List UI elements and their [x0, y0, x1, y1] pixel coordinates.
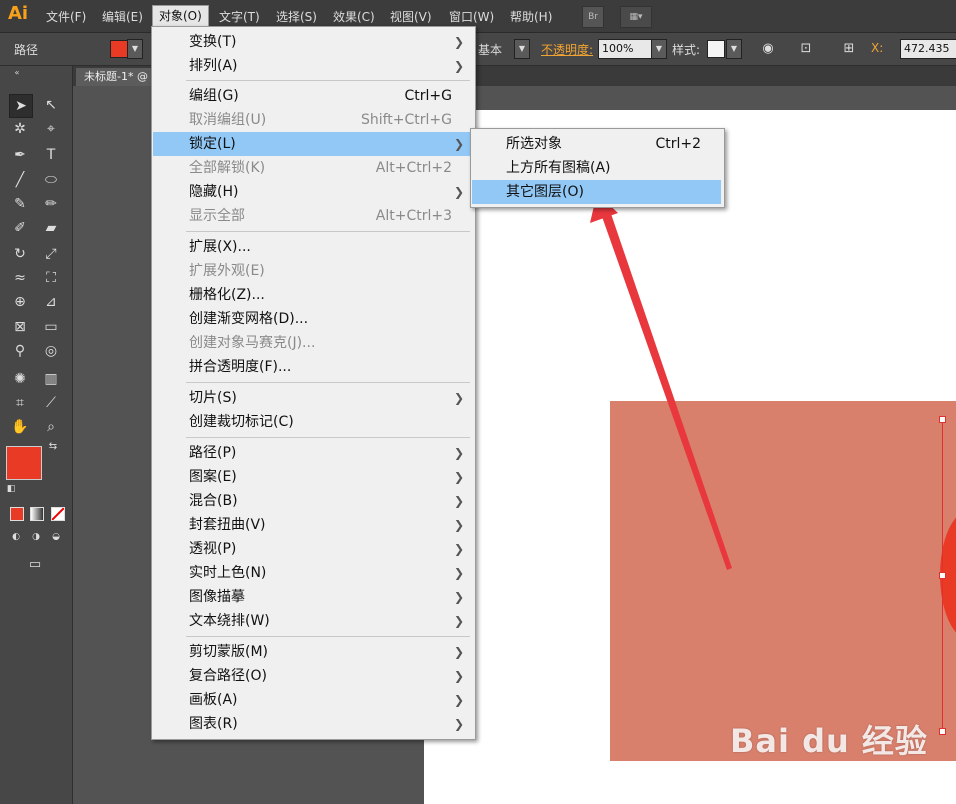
- menu-separator: [186, 80, 470, 81]
- watermark-url: jingyan.baidu.com: [736, 762, 875, 780]
- lock-submenu: 所选对象 Ctrl+2 上方所有图稿(A) 其它图层(O): [470, 128, 725, 208]
- menu-item-crop-marks[interactable]: 创建裁切标记(C): [153, 410, 474, 434]
- annotation-arrow: [590, 193, 732, 570]
- menu-item-group[interactable]: 编组(G) Ctrl+G: [153, 84, 474, 108]
- menu-item-blend[interactable]: 混合(B) ❯: [153, 489, 474, 513]
- submenu-arrow-icon: ❯: [453, 566, 464, 580]
- submenu-arrow-icon: ❯: [453, 614, 464, 628]
- menu-item-lock[interactable]: 锁定(L) ❯: [153, 132, 474, 156]
- menu-item-image-trace[interactable]: 图像描摹 ❯: [153, 585, 474, 609]
- submenu-arrow-icon: ❯: [453, 590, 464, 604]
- submenu-arrow-icon: ❯: [453, 542, 464, 556]
- menu-item-path[interactable]: 路径(P) ❯: [153, 441, 474, 465]
- watermark-logo-text: Bai du 经验: [730, 722, 928, 760]
- menu-item-live-paint[interactable]: 实时上色(N) ❯: [153, 561, 474, 585]
- submenu-item-all-artwork-above[interactable]: 上方所有图稿(A): [472, 156, 721, 180]
- menu-item-expand[interactable]: 扩展(X)...: [153, 235, 474, 259]
- menu-item-unlock-all: 全部解锁(K) Alt+Ctrl+2: [189, 160, 452, 176]
- menu-item-transform[interactable]: 变换(T) ❯: [153, 30, 474, 54]
- menu-item-text-wrap[interactable]: 文本绕排(W) ❯: [153, 609, 474, 633]
- menu-separator: [186, 231, 470, 232]
- submenu-arrow-icon: ❯: [453, 669, 464, 683]
- menu-item-pattern[interactable]: 图案(E) ❯: [153, 465, 474, 489]
- submenu-arrow-icon: ❯: [453, 391, 464, 405]
- menu-item-gradient-mesh[interactable]: 创建渐变网格(D)...: [153, 307, 474, 331]
- menu-item-clipping-mask[interactable]: 剪切蒙版(M) ❯: [153, 640, 474, 664]
- submenu-arrow-icon: ❯: [453, 518, 464, 532]
- submenu-arrow-icon: ❯: [453, 446, 464, 460]
- submenu-arrow-icon: ❯: [453, 185, 464, 199]
- submenu-arrow-icon: ❯: [453, 59, 464, 73]
- menu-item-slice[interactable]: 切片(S) ❯: [153, 386, 474, 410]
- menu-item-hide[interactable]: 隐藏(H) ❯: [153, 180, 474, 204]
- menu-item-envelope-distort[interactable]: 封套扭曲(V) ❯: [153, 513, 474, 537]
- menu-item-artboards[interactable]: 画板(A) ❯: [153, 688, 474, 712]
- submenu-arrow-icon: ❯: [453, 137, 464, 151]
- baidu-watermark: Bai du 经验 jingyan.baidu.com: [730, 700, 956, 800]
- submenu-arrow-icon: ❯: [453, 470, 464, 484]
- menu-item-show-all: 显示全部 Alt+Ctrl+3: [189, 208, 452, 224]
- submenu-arrow-icon: ❯: [453, 494, 464, 508]
- menu-separator: [186, 382, 470, 383]
- menu-separator: [186, 437, 470, 438]
- menu-item-ungroup: 取消编组(U) Shift+Ctrl+G: [189, 112, 452, 128]
- submenu-arrow-icon: ❯: [453, 35, 464, 49]
- menu-separator: [186, 636, 470, 637]
- submenu-arrow-icon: ❯: [453, 645, 464, 659]
- menu-item-perspective[interactable]: 透视(P) ❯: [153, 537, 474, 561]
- menu-item-compound-path[interactable]: 复合路径(O) ❯: [153, 664, 474, 688]
- submenu-arrow-icon: ❯: [453, 693, 464, 707]
- submenu-item-other-layers[interactable]: 其它图层(O): [472, 180, 721, 204]
- menu-item-expand-appearance: 扩展外观(E): [189, 263, 265, 279]
- menu-item-flatten-transparency[interactable]: 拼合透明度(F)...: [153, 355, 474, 379]
- menu-item-graph[interactable]: 图表(R) ❯: [153, 712, 474, 736]
- submenu-arrow-icon: ❯: [453, 717, 464, 731]
- menu-item-object-mosaic: 创建对象马赛克(J)...: [189, 335, 316, 351]
- submenu-item-selection[interactable]: 所选对象 Ctrl+2: [472, 132, 721, 156]
- menu-item-rasterize[interactable]: 栅格化(Z)...: [153, 283, 474, 307]
- object-menu: 变换(T) ❯ 排列(A) ❯ 编组(G) Ctrl+G 取消编组(U) Shift+C…: [151, 26, 476, 740]
- menu-item-arrange[interactable]: 排列(A) ❯: [153, 54, 474, 78]
